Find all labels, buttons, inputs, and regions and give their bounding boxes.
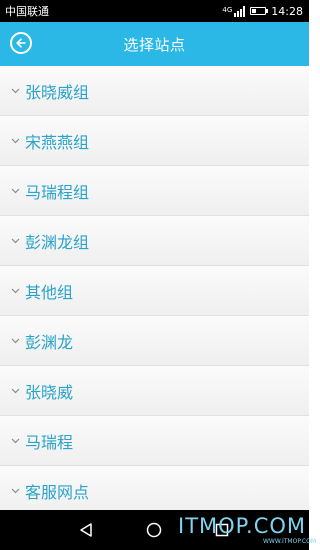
chevron-down-icon [7, 288, 23, 294]
circle-home-icon [146, 522, 162, 538]
chevron-down-icon [7, 338, 23, 344]
station-item[interactable]: 马瑞程 [0, 416, 309, 466]
station-item[interactable]: 张晓威 [0, 366, 309, 416]
battery-icon [250, 7, 269, 15]
chevron-down-icon [7, 238, 23, 244]
station-item[interactable]: 客服网点 [0, 466, 309, 510]
back-button[interactable] [10, 32, 32, 54]
station-label: 张晓威组 [25, 82, 90, 102]
nav-back-button[interactable] [76, 520, 96, 540]
station-label: 马瑞程 [25, 432, 74, 452]
station-label: 张晓威 [25, 382, 74, 402]
triangle-back-icon [80, 523, 92, 537]
app-header: 选择站点 [0, 22, 309, 66]
station-label: 马瑞程组 [25, 182, 90, 202]
carrier-name: 中国联通 [5, 5, 49, 18]
chevron-down-icon [7, 388, 23, 394]
station-label: 彭渊龙 [25, 332, 74, 352]
chevron-down-icon [7, 438, 23, 444]
page-title: 选择站点 [123, 35, 186, 54]
station-item[interactable]: 马瑞程组 [0, 166, 309, 216]
signal-icon [234, 5, 246, 17]
station-label: 宋燕燕组 [25, 132, 90, 152]
station-item[interactable]: 彭渊龙组 [0, 216, 309, 266]
status-bar: 中国联通 4G 14:28 [0, 0, 309, 22]
station-label: 客服网点 [25, 482, 90, 502]
station-item[interactable]: 其他组 [0, 266, 309, 316]
station-item[interactable]: 张晓威组 [0, 66, 309, 116]
station-label: 彭渊龙组 [25, 232, 90, 252]
chevron-down-icon [7, 188, 23, 194]
back-arrow-circle-icon [16, 38, 26, 48]
watermark-url: WWW.ITMOP.COM [262, 538, 316, 545]
watermark: ITMOP.COM [178, 514, 307, 538]
chevron-down-icon [7, 488, 23, 494]
chevron-down-icon [7, 88, 23, 94]
station-item[interactable]: 宋燕燕组 [0, 116, 309, 166]
station-list: 张晓威组 宋燕燕组 马瑞程组 彭渊龙组 其他组 彭渊龙 张晓威 马瑞程 客服网点 [0, 66, 309, 510]
station-item[interactable]: 彭渊龙 [0, 316, 309, 366]
clock-time: 14:28 [271, 4, 303, 18]
station-label: 其他组 [25, 282, 74, 302]
chevron-down-icon [7, 138, 23, 144]
network-type: 4G [222, 5, 233, 14]
status-indicators: 4G 14:28 [222, 5, 303, 18]
nav-home-button[interactable] [144, 520, 164, 540]
